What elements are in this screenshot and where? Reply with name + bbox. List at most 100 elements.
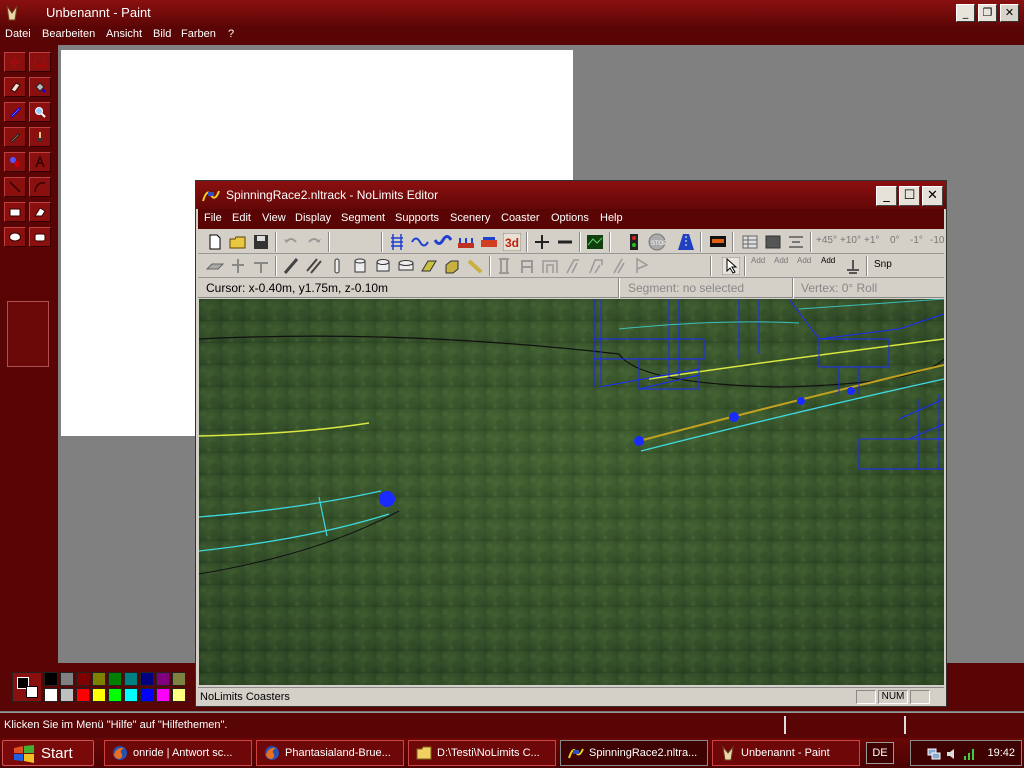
paint-titlebar[interactable]: Unbenannt - Paint _ ❐ ✕ (0, 0, 1024, 26)
taskbar-item-explorer-folder[interactable]: D:\Testi\NoLimits C... (408, 740, 556, 766)
palette-swatch[interactable] (108, 672, 122, 686)
spline-icon[interactable] (411, 233, 429, 251)
palette-swatch[interactable] (156, 688, 170, 702)
paint-menu-farben[interactable]: Farben (181, 28, 216, 40)
palette-swatch[interactable] (44, 672, 58, 686)
palette-swatch[interactable] (76, 672, 90, 686)
add-support-3-button[interactable]: Add (797, 256, 811, 265)
support-tower-icon[interactable] (495, 257, 513, 275)
free-select-tool[interactable] (4, 52, 26, 72)
roll-minus1-button[interactable]: -1° (910, 235, 923, 246)
road-icon[interactable] (677, 233, 695, 251)
paint-menu-bild[interactable]: Bild (153, 28, 171, 40)
language-indicator[interactable]: DE (866, 742, 894, 764)
text-tool[interactable] (29, 152, 51, 172)
add-support-4-button[interactable]: Add (821, 256, 835, 265)
palette-swatch[interactable] (108, 688, 122, 702)
select-pointer-icon[interactable] (722, 257, 740, 275)
track-segments-icon[interactable] (388, 233, 406, 251)
ground-anchor-icon[interactable] (844, 257, 862, 275)
palette-swatch[interactable] (140, 688, 154, 702)
3d-view-icon[interactable]: 3d (503, 233, 521, 251)
nl-menu-options[interactable]: Options (551, 212, 589, 224)
nl-menu-help[interactable]: Help (600, 212, 623, 224)
network-icon[interactable] (927, 747, 941, 761)
curve-tool[interactable] (29, 177, 51, 197)
current-colors[interactable] (12, 672, 42, 702)
save-disk-icon[interactable] (252, 233, 270, 251)
double-beam-icon[interactable] (305, 257, 323, 275)
slab-icon[interactable] (420, 257, 438, 275)
brush-tool[interactable] (29, 127, 51, 147)
undo-icon[interactable] (282, 233, 300, 251)
nolimits-titlebar[interactable]: SpinningRace2.nltrack - NoLimits Editor … (196, 181, 946, 209)
polygon-tool[interactable] (29, 202, 51, 222)
palette-swatch[interactable] (60, 672, 74, 686)
add-support-1-button[interactable]: Add (751, 256, 765, 265)
palette-swatch[interactable] (60, 688, 74, 702)
nl-menu-edit[interactable]: Edit (232, 212, 251, 224)
pillar-thin-icon[interactable] (328, 257, 346, 275)
cylinder-large-icon[interactable] (374, 257, 392, 275)
paint-maximize-button[interactable]: ❐ (978, 4, 997, 22)
traffic-light-icon[interactable] (625, 233, 643, 251)
nl-maximize-button[interactable]: ☐ (899, 186, 920, 206)
stop-sign-icon[interactable]: STOP (648, 233, 666, 251)
pencil-tool[interactable] (4, 127, 26, 147)
paint-minimize-button[interactable]: _ (956, 4, 975, 22)
eraser-tool[interactable] (4, 77, 26, 97)
rounded-rect-tool[interactable] (29, 227, 51, 247)
paint-menu-help[interactable]: ? (228, 28, 234, 40)
roll-plus45-button[interactable]: +45° (816, 235, 837, 246)
tool-options-panel[interactable] (7, 301, 49, 367)
remove-vertex-icon[interactable] (556, 233, 574, 251)
palette-swatch[interactable] (92, 672, 106, 686)
nl-menu-supports[interactable]: Supports (395, 212, 439, 224)
support-diag-icon[interactable] (610, 257, 628, 275)
wave-icon[interactable] (434, 233, 452, 251)
cylinder-icon[interactable] (351, 257, 369, 275)
3d-viewport[interactable] (199, 299, 944, 685)
palette-swatch[interactable] (140, 672, 154, 686)
roll-zero-button[interactable]: 0° (890, 235, 900, 246)
new-file-icon[interactable] (206, 233, 224, 251)
nl-minimize-button[interactable]: _ (876, 186, 897, 206)
support-slant2-icon[interactable] (587, 257, 605, 275)
snap-button[interactable]: Snp (874, 259, 892, 270)
pipe-icon[interactable] (466, 257, 484, 275)
sign-icon[interactable] (709, 233, 727, 251)
support-t-icon[interactable] (252, 257, 270, 275)
3d-scene[interactable] (199, 299, 944, 685)
taskbar-item-firefox-phantasialand[interactable]: Phantasialand-Brue... (256, 740, 404, 766)
open-folder-icon[interactable] (229, 233, 247, 251)
picker-tool[interactable] (4, 102, 26, 122)
paint-close-button[interactable]: ✕ (1000, 4, 1019, 22)
palette-swatch[interactable] (44, 688, 58, 702)
palette-swatch[interactable] (124, 672, 138, 686)
support-slant-icon[interactable] (564, 257, 582, 275)
redo-icon[interactable] (305, 233, 323, 251)
support-flag-icon[interactable] (633, 257, 651, 275)
grid-table-icon[interactable] (741, 233, 759, 251)
fill-tool[interactable] (29, 77, 51, 97)
beam-icon[interactable] (282, 257, 300, 275)
support-base-icon[interactable] (206, 257, 224, 275)
volume-icon[interactable] (945, 747, 959, 761)
rectangle-tool[interactable] (4, 202, 26, 222)
taskbar-item-nolimits[interactable]: SpinningRace2.nltra... (560, 740, 708, 766)
roll-minus10-button[interactable]: -10 (930, 235, 944, 246)
clock[interactable]: 19:42 (987, 747, 1015, 759)
taskbar-item-firefox-onride[interactable]: onride | Antwort sc... (104, 740, 252, 766)
magnifier-tool[interactable] (29, 102, 51, 122)
nl-menu-coaster[interactable]: Coaster (501, 212, 540, 224)
add-vertex-icon[interactable] (533, 233, 551, 251)
paint-menu-bearbeiten[interactable]: Bearbeiten (42, 28, 95, 40)
box-icon[interactable] (443, 257, 461, 275)
palette-swatch[interactable] (76, 688, 90, 702)
palette-swatch[interactable] (92, 688, 106, 702)
nl-menu-segment[interactable]: Segment (341, 212, 385, 224)
airbrush-tool[interactable] (4, 152, 26, 172)
nl-menu-file[interactable]: File (204, 212, 222, 224)
align-icon[interactable] (787, 233, 805, 251)
signal-icon[interactable] (963, 747, 977, 761)
